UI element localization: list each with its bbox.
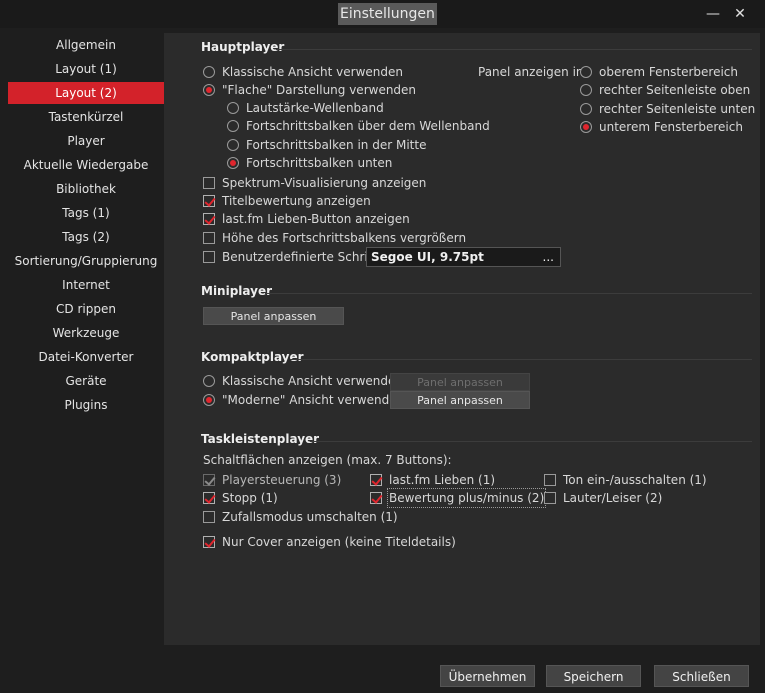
checkbox-indicator: [544, 492, 556, 504]
sidebar-item-cd-rippen[interactable]: CD rippen: [8, 298, 164, 320]
checkbox-label: Zufallsmodus umschalten (1): [222, 510, 398, 524]
radio-indicator: [580, 66, 592, 78]
checkbox-label: Höhe des Fortschrittsbalkens vergrößern: [222, 231, 467, 245]
sidebar-item-bibliothek[interactable]: Bibliothek: [8, 178, 164, 200]
radio-label: Fortschrittsbalken über dem Wellenband: [246, 119, 490, 133]
title-bar: Einstellungen — ✕: [0, 0, 765, 28]
radio-label: rechter Seitenleiste oben: [599, 83, 751, 97]
sidebar-item-player[interactable]: Player: [8, 130, 164, 152]
font-browse-icon[interactable]: ...: [543, 248, 554, 266]
radio-indicator: [580, 121, 592, 133]
sidebar-item-layout-1[interactable]: Layout (1): [8, 58, 164, 80]
radio-label: Fortschrittsbalken in der Mitte: [246, 138, 427, 152]
save-button[interactable]: Speichern: [546, 665, 641, 687]
section-title-hauptplayer: Hauptplayer: [201, 40, 285, 54]
settings-sidebar: Allgemein Layout (1) Layout (2) Tastenkü…: [0, 33, 164, 645]
sidebar-item-layout-2[interactable]: Layout (2): [8, 82, 164, 104]
checkbox-label: Benutzerdefinierte Schrift:: [222, 250, 381, 264]
radio-label: "Flache" Darstellung verwenden: [222, 83, 417, 97]
section-title-miniplayer: Miniplayer: [201, 284, 273, 298]
close-button[interactable]: Schließen: [654, 665, 749, 687]
checkbox-indicator: [203, 195, 215, 207]
checkbox-indicator: [203, 474, 215, 486]
radio-label: Fortschrittsbalken unten: [246, 156, 393, 170]
checkbox-label: Bewertung plus/minus (2): [386, 488, 547, 508]
section-title-kompaktplayer: Kompaktplayer: [201, 350, 304, 364]
checkbox-indicator: [203, 251, 215, 263]
radio-label: rechter Seitenleiste unten: [599, 102, 756, 116]
checkbox-label: last.fm Lieben-Button anzeigen: [222, 212, 410, 226]
section-divider: [290, 359, 752, 360]
sidebar-item-plugins[interactable]: Plugins: [8, 394, 164, 416]
checkbox-label: last.fm Lieben (1): [389, 473, 496, 487]
radio-label: unterem Fensterbereich: [599, 120, 743, 134]
checkbox-label: Nur Cover anzeigen (keine Titeldetails): [222, 535, 456, 549]
checkbox-indicator: [370, 474, 382, 486]
radio-indicator: [203, 394, 215, 406]
kompakt-modern-panel-button[interactable]: Panel anpassen: [390, 391, 530, 409]
checkbox-label: Lauter/Leiser (2): [563, 491, 663, 505]
checkbox-indicator: [203, 536, 215, 548]
radio-label: Klassische Ansicht verwenden: [222, 65, 403, 79]
sidebar-item-tags-1[interactable]: Tags (1): [8, 202, 164, 224]
radio-indicator: [580, 84, 592, 96]
sidebar-item-allgemein[interactable]: Allgemein: [8, 34, 164, 56]
section-title-taskleistenplayer: Taskleistenplayer: [201, 432, 320, 446]
panel-position-label: Panel anzeigen in:: [478, 65, 588, 79]
sidebar-item-werkzeuge[interactable]: Werkzeuge: [8, 322, 164, 344]
font-selector[interactable]: Segoe UI, 9.75pt ...: [366, 247, 561, 267]
radio-label: Lautstärke-Wellenband: [246, 101, 384, 115]
kompakt-classic-panel-button[interactable]: Panel anpassen: [390, 373, 530, 391]
sidebar-item-aktuelle-wiedergabe[interactable]: Aktuelle Wiedergabe: [8, 154, 164, 176]
checkbox-indicator: [370, 492, 382, 504]
apply-button[interactable]: Übernehmen: [440, 665, 535, 687]
checkbox-indicator: [203, 232, 215, 244]
checkbox-indicator: [203, 492, 215, 504]
miniplayer-panel-button[interactable]: Panel anpassen: [203, 307, 344, 325]
font-value: Segoe UI, 9.75pt: [371, 250, 484, 264]
taskbar-buttons-label: Schaltflächen anzeigen (max. 7 Buttons):: [203, 453, 452, 467]
radio-indicator: [227, 120, 239, 132]
radio-indicator: [580, 103, 592, 115]
checkbox-label: Playersteuerung (3): [222, 473, 342, 487]
radio-indicator: [203, 66, 215, 78]
radio-label: "Moderne" Ansicht verwenden: [222, 393, 405, 407]
radio-indicator: [203, 84, 215, 96]
sidebar-item-tags-2[interactable]: Tags (2): [8, 226, 164, 248]
close-icon[interactable]: ✕: [729, 4, 751, 24]
sidebar-item-datei-konverter[interactable]: Datei-Konverter: [8, 346, 164, 368]
section-divider: [265, 293, 752, 294]
checkbox-label: Ton ein-/ausschalten (1): [563, 473, 707, 487]
window-title: Einstellungen: [338, 3, 437, 25]
section-divider: [276, 49, 752, 50]
checkbox-indicator: [544, 474, 556, 486]
checkbox-indicator: [203, 177, 215, 189]
radio-indicator: [227, 157, 239, 169]
sidebar-item-geraete[interactable]: Geräte: [8, 370, 164, 392]
checkbox-label: Spektrum-Visualisierung anzeigen: [222, 176, 427, 190]
radio-label: Klassische Ansicht verwenden: [222, 374, 403, 388]
checkbox-indicator: [203, 213, 215, 225]
sidebar-item-internet[interactable]: Internet: [8, 274, 164, 296]
sidebar-item-tastenkuerzel[interactable]: Tastenkürzel: [8, 106, 164, 128]
radio-indicator: [203, 375, 215, 387]
checkbox-label: Titelbewertung anzeigen: [222, 194, 371, 208]
minimize-icon[interactable]: —: [702, 4, 724, 24]
section-divider: [310, 441, 752, 442]
checkbox-indicator: [203, 511, 215, 523]
settings-panel: Hauptplayer Klassische Ansicht verwenden…: [164, 33, 760, 645]
radio-indicator: [227, 102, 239, 114]
sidebar-item-sortierung[interactable]: Sortierung/Gruppierung: [8, 250, 164, 272]
radio-indicator: [227, 139, 239, 151]
checkbox-label: Stopp (1): [222, 491, 278, 505]
radio-label: oberem Fensterbereich: [599, 65, 738, 79]
